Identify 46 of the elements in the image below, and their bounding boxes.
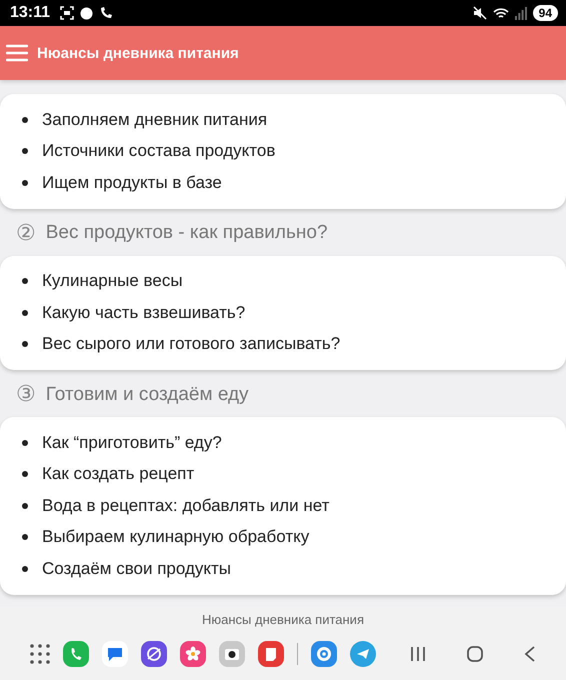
section-title: Готовим и создаём еду bbox=[46, 384, 249, 406]
home-button[interactable] bbox=[466, 645, 484, 663]
notes-icon[interactable] bbox=[258, 641, 284, 667]
bullet-icon bbox=[22, 440, 28, 446]
header-title: Нюансы дневника питания bbox=[37, 44, 239, 62]
battery-level: 94 bbox=[532, 5, 558, 21]
flower-icon[interactable] bbox=[180, 641, 206, 667]
section-number: ② bbox=[16, 220, 36, 246]
wifi-icon bbox=[492, 6, 509, 20]
section-number: ③ bbox=[16, 382, 36, 407]
topic-link[interactable]: Ищем продукты в базе bbox=[42, 172, 222, 193]
signal-icon bbox=[514, 6, 527, 20]
paper-plane-icon[interactable] bbox=[350, 641, 376, 667]
topic-link[interactable]: Как “приготовить” еду? bbox=[42, 432, 222, 453]
recents-button[interactable] bbox=[408, 645, 426, 663]
app-label: Нюансы дневника питания bbox=[202, 612, 364, 627]
bullet-icon bbox=[22, 471, 28, 478]
bullet-icon bbox=[22, 116, 28, 123]
chat-icon[interactable] bbox=[102, 641, 128, 667]
topic-link[interactable]: Выбираем кулинарную обработку bbox=[42, 527, 310, 548]
mute-icon bbox=[472, 6, 487, 20]
bullet-icon bbox=[22, 341, 28, 348]
topic-link[interactable]: Создаём свои продукты bbox=[42, 558, 232, 579]
bullet-icon bbox=[22, 566, 28, 572]
bullet-icon bbox=[22, 502, 28, 509]
status-time: 13:11 bbox=[10, 4, 50, 22]
topic-link[interactable]: Источники состава продуктов bbox=[42, 141, 276, 162]
bullet-icon bbox=[22, 180, 28, 186]
topic-link[interactable]: Какую часть взвешивать? bbox=[42, 302, 246, 323]
phone-icon bbox=[99, 6, 114, 20]
bullet-icon bbox=[22, 310, 28, 316]
topic-link[interactable]: Заполняем дневник питания bbox=[42, 110, 268, 130]
bullet-icon bbox=[22, 534, 28, 540]
back-button[interactable] bbox=[522, 645, 536, 663]
apps-grid-icon[interactable] bbox=[30, 644, 50, 664]
bullet-icon bbox=[22, 148, 28, 154]
screenshot-icon bbox=[60, 6, 74, 20]
camera-icon[interactable] bbox=[218, 641, 244, 667]
topic-link[interactable]: Вес сырого или готового записывать? bbox=[42, 334, 340, 354]
topic-link[interactable]: Вода в рецептах: добавлять или нет bbox=[42, 496, 330, 516]
topic-link[interactable]: Как создать рецепт bbox=[42, 464, 194, 484]
topic-link[interactable]: Кулинарные весы bbox=[42, 271, 183, 292]
menu-button[interactable] bbox=[6, 44, 28, 62]
phone-icon[interactable] bbox=[62, 641, 88, 667]
section-title: Вес продуктов - как правильно? bbox=[46, 222, 328, 244]
bullet-icon bbox=[22, 278, 28, 284]
